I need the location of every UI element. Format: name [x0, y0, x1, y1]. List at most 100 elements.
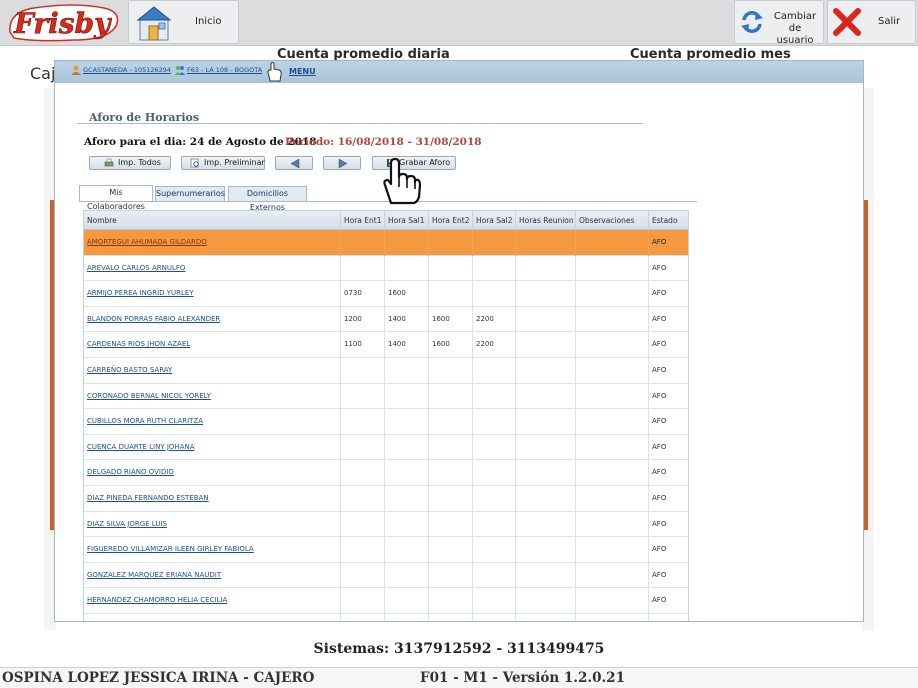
hora-sal2-cell[interactable]	[473, 255, 516, 282]
tab-domicilios-externos[interactable]: Domicilios Externos	[228, 186, 307, 212]
observaciones-cell[interactable]	[576, 511, 649, 538]
colaborador-name[interactable]: DELGADO RIANO OVIDIO	[84, 460, 341, 486]
table-row[interactable]: HERNANDEZ CHAMORRO HELIA CECILIA AFO	[84, 588, 688, 614]
table-row[interactable]: FIGUEREDO VILLAMIZAR ILEEN GIRLEY FABIOL…	[84, 537, 688, 563]
table-row[interactable]: CARDENAS RIOS JHON AZAEL 1100 1400 1600 2200…	[84, 332, 688, 358]
horas-reunion-cell[interactable]	[516, 255, 576, 282]
hora-ent2-cell[interactable]	[429, 460, 473, 486]
horas-reunion-cell[interactable]	[516, 434, 576, 461]
estado-cell[interactable]: AFO	[649, 307, 688, 333]
table-row[interactable]: CORONADO BERNAL NICOL YORELY AFO	[84, 383, 688, 410]
horas-reunion-cell[interactable]	[516, 409, 576, 435]
hora-ent2-cell[interactable]	[429, 383, 473, 410]
hora-ent1-cell[interactable]	[341, 511, 385, 538]
table-row[interactable]: BLANDON PORRAS FABIO ALEXANDER 1200 1400 16…	[84, 306, 688, 333]
hora-sal1-cell[interactable]	[385, 588, 429, 614]
horas-reunion-cell[interactable]	[516, 588, 576, 614]
observaciones-cell[interactable]	[576, 357, 649, 384]
observaciones-cell[interactable]	[576, 230, 649, 256]
hora-ent1-cell[interactable]: 0730	[341, 281, 385, 307]
hora-sal1-cell[interactable]: 1600	[385, 281, 429, 307]
hora-sal2-cell[interactable]	[473, 562, 516, 589]
estado-cell[interactable]: AFO	[649, 230, 688, 256]
hora-sal1-cell[interactable]: 1400	[385, 306, 429, 333]
hora-ent1-cell[interactable]	[341, 562, 385, 589]
observaciones-cell[interactable]	[576, 485, 649, 512]
hora-sal2-cell[interactable]	[473, 434, 516, 461]
hora-ent2-cell[interactable]	[429, 255, 473, 282]
estado-cell[interactable]: AFO	[649, 563, 688, 589]
observaciones-cell[interactable]	[576, 537, 649, 563]
tab-supernumerarios[interactable]: Supernumerarios	[155, 186, 225, 201]
hora-ent2-cell[interactable]: 1600	[429, 306, 473, 333]
hora-ent2-cell[interactable]	[429, 409, 473, 435]
colaborador-name[interactable]: CARREÑO BASTO SARAY	[84, 357, 341, 384]
colaborador-name[interactable]: HERNANDEZ CHAMORRO HELIA CECILIA	[84, 588, 341, 614]
hora-sal1-cell[interactable]: 1400	[385, 332, 429, 358]
observaciones-cell[interactable]	[576, 332, 649, 358]
imp-preliminar-button[interactable]: Imp. Preliminar	[181, 156, 265, 170]
table-row[interactable]: DIAZ SILVA JORGE LUIS AFO	[84, 511, 688, 538]
colaborador-name[interactable]: AREVALO CARLOS ARNULFO	[84, 255, 341, 282]
hora-sal1-cell[interactable]	[385, 255, 429, 282]
estado-cell[interactable]: AFO	[649, 358, 688, 384]
horas-reunion-cell[interactable]	[516, 281, 576, 307]
horas-reunion-cell[interactable]	[516, 460, 576, 486]
horas-reunion-cell[interactable]	[516, 562, 576, 589]
observaciones-cell[interactable]	[576, 613, 649, 621]
hora-sal2-cell[interactable]	[473, 230, 516, 256]
salir-button[interactable]: Salir	[827, 0, 916, 44]
hora-sal1-cell[interactable]	[385, 409, 429, 435]
menu-link[interactable]: MENU	[289, 67, 316, 76]
hora-sal2-cell[interactable]	[473, 357, 516, 384]
horas-reunion-cell[interactable]	[516, 306, 576, 333]
hora-ent1-cell[interactable]	[341, 383, 385, 410]
hora-sal1-cell[interactable]	[385, 511, 429, 538]
estado-cell[interactable]: AFO	[649, 614, 688, 621]
hora-ent1-cell[interactable]	[341, 588, 385, 614]
inicio-button[interactable]: Inicio	[128, 0, 239, 44]
user-link[interactable]: GCASTANEDA - 105126294	[83, 66, 171, 74]
hora-ent1-cell[interactable]	[341, 537, 385, 563]
store-link[interactable]: F63 - LA 108 - BOGOTA	[187, 66, 262, 74]
observaciones-cell[interactable]	[576, 306, 649, 333]
colaborador-name[interactable]: CUBILLOS MORA RUTH CLARITZA	[84, 409, 341, 435]
horas-reunion-cell[interactable]	[516, 511, 576, 538]
hora-sal2-cell[interactable]: 2200	[473, 306, 516, 333]
observaciones-cell[interactable]	[576, 460, 649, 486]
hora-ent2-cell[interactable]	[429, 434, 473, 461]
colaborador-name[interactable]: CARDENAS RIOS JHON AZAEL	[84, 332, 341, 358]
hora-sal1-cell[interactable]	[385, 383, 429, 410]
table-row[interactable]: AMORTEGUI AHUMADA GILDARDO AFO	[84, 230, 688, 256]
table-row[interactable]: CUBILLOS MORA RUTH CLARITZA AFO	[84, 409, 688, 435]
estado-cell[interactable]: AFO	[649, 486, 688, 512]
hora-sal1-cell[interactable]	[385, 230, 429, 256]
estado-cell[interactable]: AFO	[649, 512, 688, 538]
hora-sal2-cell[interactable]	[473, 537, 516, 563]
hora-ent2-cell[interactable]	[429, 562, 473, 589]
hora-ent1-cell[interactable]	[341, 613, 385, 621]
colaborador-name[interactable]: DIAZ SILVA JORGE LUIS	[84, 511, 341, 538]
hora-ent2-cell[interactable]	[429, 357, 473, 384]
observaciones-cell[interactable]	[576, 588, 649, 614]
hora-ent1-cell[interactable]	[341, 485, 385, 512]
hora-sal2-cell[interactable]	[473, 588, 516, 614]
colaborador-name[interactable]: FIGUEREDO VILLAMIZAR ILEEN GIRLEY FABIOL…	[84, 537, 341, 563]
hora-ent2-cell[interactable]	[429, 281, 473, 307]
hora-sal1-cell[interactable]	[385, 434, 429, 461]
hora-ent2-cell[interactable]: 1600	[429, 332, 473, 358]
table-row[interactable]: DIAZ PINEDA FERNANDO ESTEBAN AFO	[84, 485, 688, 512]
hora-sal2-cell[interactable]	[473, 409, 516, 435]
table-row[interactable]: CUENCA DUARTE LINY JOHANA AFO	[84, 434, 688, 461]
hora-ent1-cell[interactable]	[341, 409, 385, 435]
hora-ent1-cell[interactable]	[341, 357, 385, 384]
cambiar-usuario-button[interactable]: Cambiar de usuario	[734, 0, 824, 46]
horas-reunion-cell[interactable]	[516, 537, 576, 563]
horas-reunion-cell[interactable]	[516, 357, 576, 384]
hora-ent2-cell[interactable]	[429, 511, 473, 538]
table-row[interactable]: DELGADO RIANO OVIDIO AFO	[84, 460, 688, 486]
hora-ent2-cell[interactable]	[429, 230, 473, 256]
hora-sal1-cell[interactable]	[385, 357, 429, 384]
horas-reunion-cell[interactable]	[516, 485, 576, 512]
hora-sal1-cell[interactable]	[385, 485, 429, 512]
